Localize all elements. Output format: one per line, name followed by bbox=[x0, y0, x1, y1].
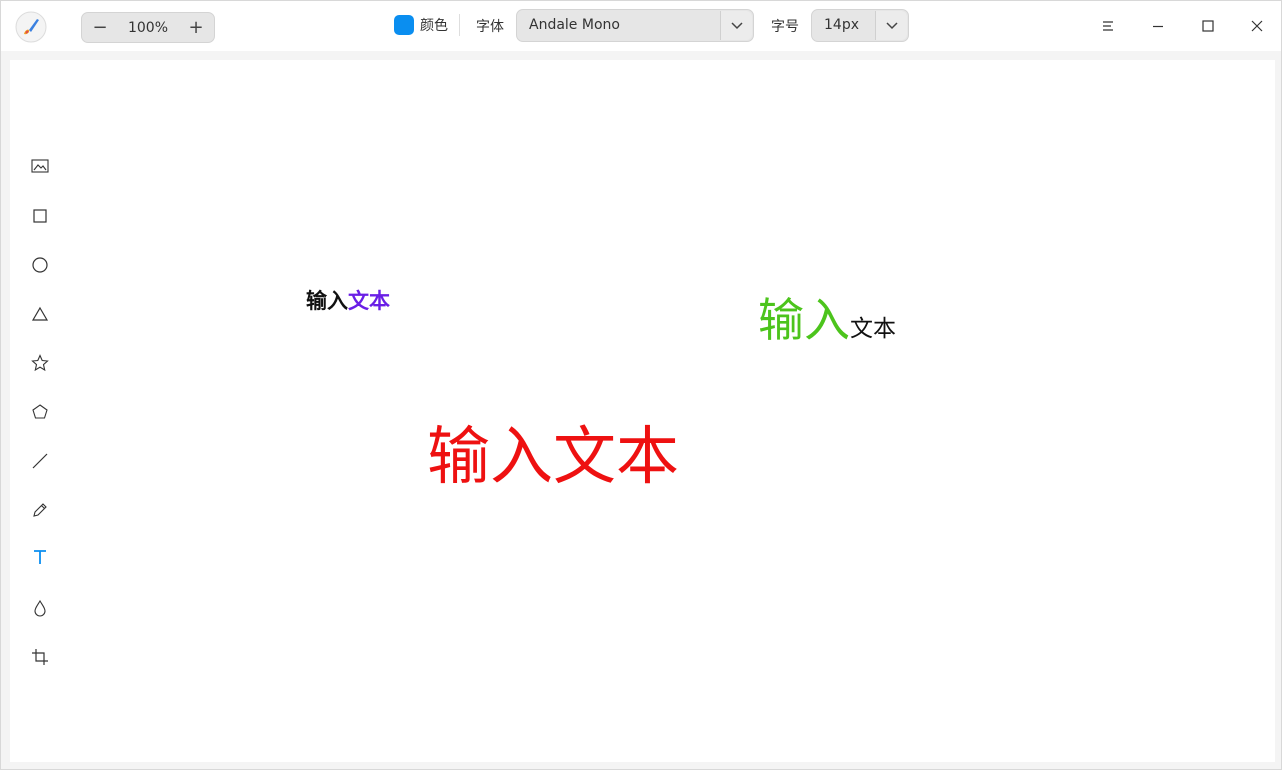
maximize-button[interactable] bbox=[1193, 11, 1223, 41]
text-segment: 文本 bbox=[850, 316, 896, 342]
star-tool[interactable] bbox=[28, 351, 52, 375]
triangle-tool[interactable] bbox=[28, 302, 52, 326]
close-button[interactable] bbox=[1242, 11, 1272, 41]
toolbar-divider bbox=[459, 14, 460, 36]
pentagon-icon bbox=[32, 404, 48, 419]
drawing-canvas[interactable]: 输入文本 输入文本 输入文本 bbox=[10, 60, 1275, 762]
menu-icon bbox=[1103, 21, 1113, 31]
pen-tool[interactable] bbox=[28, 498, 52, 522]
text-segment: 文本 bbox=[348, 289, 390, 313]
rectangle-icon bbox=[33, 209, 47, 223]
crop-tool[interactable] bbox=[28, 645, 52, 669]
text-icon bbox=[34, 550, 46, 564]
minimize-icon bbox=[1153, 25, 1163, 28]
rectangle-tool[interactable] bbox=[28, 204, 52, 228]
crop-icon bbox=[32, 649, 48, 665]
image-tool[interactable] bbox=[28, 154, 52, 178]
chevron-down-icon bbox=[885, 21, 898, 29]
font-family-select[interactable]: Andale Mono bbox=[516, 9, 754, 42]
font-dropdown-button[interactable] bbox=[720, 11, 752, 40]
maximize-icon bbox=[1202, 20, 1214, 32]
line-tool[interactable] bbox=[28, 449, 52, 473]
chevron-down-icon bbox=[730, 21, 743, 29]
minimize-button[interactable] bbox=[1143, 11, 1173, 41]
canvas-text-1[interactable]: 输入文本 bbox=[306, 285, 390, 315]
font-family-value: Andale Mono bbox=[529, 17, 620, 33]
canvas-text-2[interactable]: 输入文本 bbox=[758, 284, 896, 350]
polygon-tool[interactable] bbox=[28, 400, 52, 424]
pen-icon bbox=[33, 503, 47, 517]
text-segment: 输入 bbox=[758, 293, 850, 347]
color-label: 颜色 bbox=[420, 18, 448, 34]
zoom-level: 100% bbox=[127, 19, 169, 36]
canvas-text-3[interactable]: 输入文本 bbox=[427, 406, 679, 497]
image-icon bbox=[31, 159, 49, 173]
zoom-out-button[interactable]: − bbox=[82, 13, 118, 42]
star-icon bbox=[31, 354, 49, 372]
zoom-in-button[interactable]: + bbox=[178, 13, 214, 42]
drop-icon bbox=[34, 599, 46, 617]
zoom-control: − 100% + bbox=[81, 12, 215, 43]
menu-button[interactable] bbox=[1093, 11, 1123, 41]
blur-tool[interactable] bbox=[28, 596, 52, 620]
ellipse-icon bbox=[32, 257, 48, 273]
font-size-value: 14px bbox=[824, 17, 859, 33]
close-icon bbox=[1251, 20, 1263, 32]
title-bar: − 100% + 颜色 字体 Andale Mono 字号 14px bbox=[1, 1, 1281, 51]
text-segment: 输入文本 bbox=[427, 420, 679, 493]
line-icon bbox=[32, 453, 48, 469]
text-segment: 输入 bbox=[306, 289, 348, 313]
color-picker-button[interactable] bbox=[394, 15, 414, 35]
font-size-dropdown-button[interactable] bbox=[875, 11, 907, 40]
font-size-label: 字号 bbox=[771, 19, 799, 35]
font-label: 字体 bbox=[476, 19, 504, 35]
triangle-icon bbox=[31, 306, 49, 321]
app-logo-icon bbox=[15, 11, 47, 43]
text-tool[interactable] bbox=[28, 545, 52, 569]
draw-app-window: − 100% + 颜色 字体 Andale Mono 字号 14px 输入文本 … bbox=[0, 0, 1282, 770]
font-size-select[interactable]: 14px bbox=[811, 9, 909, 42]
ellipse-tool[interactable] bbox=[28, 253, 52, 277]
